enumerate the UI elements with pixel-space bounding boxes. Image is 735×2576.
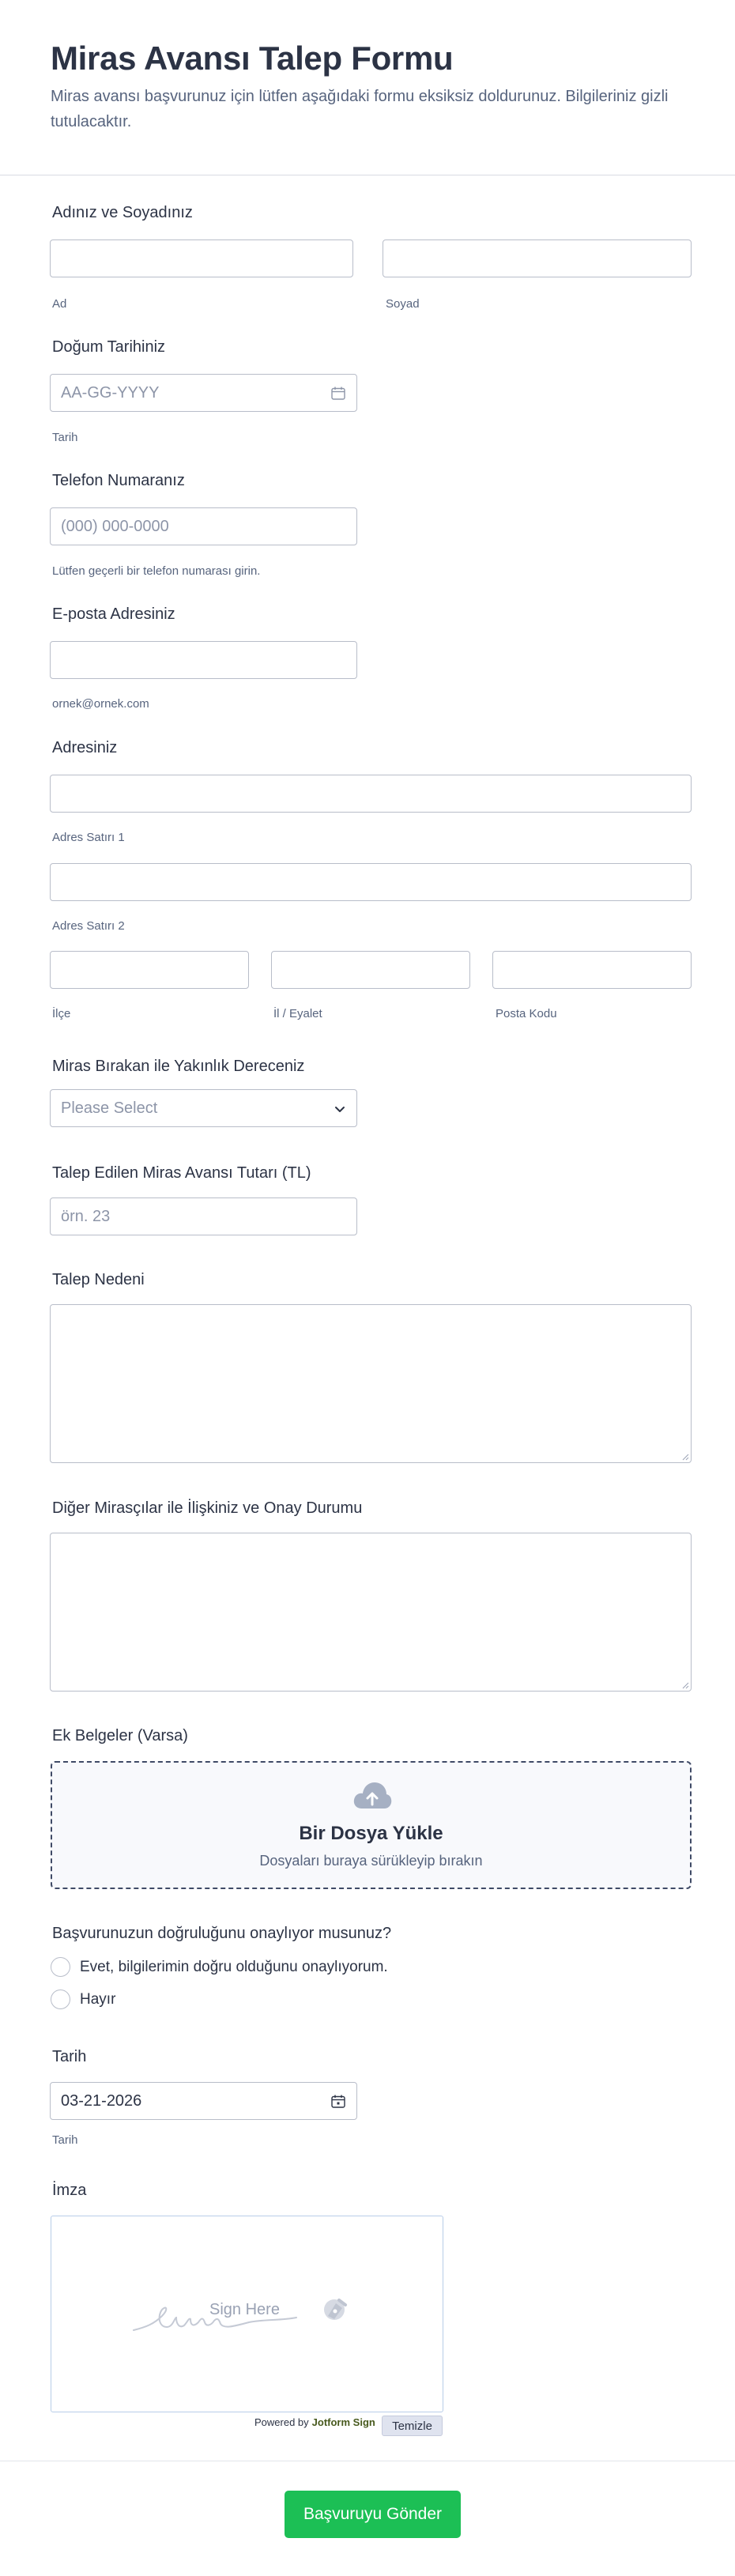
amount-placeholder: örn. 23	[61, 1207, 111, 1225]
phone-input[interactable]: (000) 000-0000	[50, 507, 357, 545]
form-header: Miras Avansı Talep Formu Miras avansı ba…	[0, 0, 735, 175]
postal-code-input[interactable]	[492, 951, 692, 989]
signature-label: İmza	[52, 2182, 87, 2199]
relation-select[interactable]: Please Select	[50, 1089, 357, 1127]
name-label: Adınız ve Soyadınız	[52, 204, 193, 221]
upload-subtitle: Dosyaları buraya sürükleyip bırakın	[259, 1853, 483, 1869]
date-value: 03-21-2026	[61, 2091, 142, 2110]
heirs-textarea[interactable]	[50, 1533, 692, 1692]
powered-brand: Jotform Sign	[311, 2416, 375, 2428]
reason-label: Talep Nedeni	[52, 1271, 145, 1288]
district-sublabel: İlçe	[52, 1007, 71, 1020]
signature-placeholder: Sign Here	[209, 2301, 280, 2318]
radio-label: Hayır	[80, 1990, 116, 2008]
first-name-sublabel: Ad	[52, 297, 67, 311]
file-upload-dropzone[interactable]: Bir Dosya Yükle Dosyaları buraya sürükle…	[51, 1761, 692, 1889]
signature-pad[interactable]: Sign Here	[51, 2216, 443, 2412]
calendar-icon[interactable]	[331, 387, 345, 400]
form-page: Miras Avansı Talep Formu Miras avansı ba…	[0, 0, 735, 2576]
date-input[interactable]: 03-21-2026	[50, 2082, 357, 2120]
powered-prefix: Powered by	[254, 2416, 309, 2428]
relation-label: Miras Bırakan ile Yakınlık Dereceniz	[52, 1058, 305, 1075]
radio-label: Evet, bilgilerimin doğru olduğunu onaylı…	[80, 1958, 388, 1975]
phone-label: Telefon Numaranız	[52, 472, 185, 489]
phone-placeholder: (000) 000-0000	[61, 517, 169, 535]
email-label: E-posta Adresiniz	[52, 605, 175, 623]
powered-by-text: Powered by Jotform Sign	[254, 2416, 375, 2428]
radio-option-no[interactable]: Hayır	[51, 1990, 115, 2009]
amount-label: Talep Edilen Miras Avansı Tutarı (TL)	[52, 1164, 311, 1182]
birthdate-placeholder: AA-GG-YYYY	[61, 383, 160, 402]
address-line2-sublabel: Adres Satırı 2	[52, 919, 125, 933]
upload-cloud-icon	[353, 1782, 392, 1808]
address-line2-input[interactable]	[50, 863, 692, 901]
form-description: Miras avansı başvurunuz için lütfen aşağ…	[51, 88, 669, 130]
birthdate-label: Doğum Tarihiniz	[52, 338, 166, 356]
email-sublabel: ornek@ornek.com	[52, 697, 149, 711]
birthdate-sublabel: Tarih	[52, 431, 78, 444]
address-label: Adresiniz	[52, 739, 118, 756]
form-title: Miras Avansı Talep Formu	[51, 40, 454, 77]
amount-input[interactable]: örn. 23	[50, 1197, 357, 1235]
email-input[interactable]	[50, 641, 357, 679]
date-label: Tarih	[52, 2048, 87, 2065]
address-line1-input[interactable]	[50, 775, 692, 813]
relation-selected-value: Please Select	[61, 1099, 158, 1117]
resize-grip-icon[interactable]	[681, 1681, 689, 1689]
province-input[interactable]	[271, 951, 470, 989]
last-name-input[interactable]	[383, 239, 692, 277]
phone-sublabel: Lütfen geçerli bir telefon numarası giri…	[52, 564, 261, 578]
signature-pen-icon	[324, 2299, 347, 2320]
province-sublabel: İl / Eyalet	[273, 1007, 322, 1020]
first-name-input[interactable]	[50, 239, 353, 277]
reason-textarea[interactable]	[50, 1304, 692, 1463]
postal-code-sublabel: Posta Kodu	[496, 1007, 557, 1020]
date-sublabel: Tarih	[52, 2133, 78, 2147]
calendar-icon[interactable]	[331, 2095, 345, 2108]
chevron-down-icon	[335, 1107, 345, 1112]
district-input[interactable]	[50, 951, 249, 989]
last-name-sublabel: Soyad	[386, 297, 420, 311]
radio-button[interactable]	[51, 1990, 70, 2009]
upload-title: Bir Dosya Yükle	[299, 1823, 443, 1844]
birthdate-input[interactable]: AA-GG-YYYY	[50, 374, 357, 412]
heirs-label: Diğer Mirasçılar ile İlişkiniz ve Onay D…	[52, 1499, 363, 1517]
address-line1-sublabel: Adres Satırı 1	[52, 831, 125, 844]
radio-button[interactable]	[51, 1957, 70, 1977]
submit-button[interactable]: Başvuruyu Gönder	[285, 2491, 461, 2538]
resize-grip-icon[interactable]	[681, 1453, 689, 1461]
confirm-label: Başvurunuzun doğruluğunu onaylıyor musun…	[52, 1925, 392, 1942]
clear-signature-button[interactable]: Temizle	[382, 2416, 443, 2436]
radio-option-yes[interactable]: Evet, bilgilerimin doğru olduğunu onaylı…	[51, 1957, 388, 1977]
documents-label: Ek Belgeler (Varsa)	[52, 1727, 188, 1744]
